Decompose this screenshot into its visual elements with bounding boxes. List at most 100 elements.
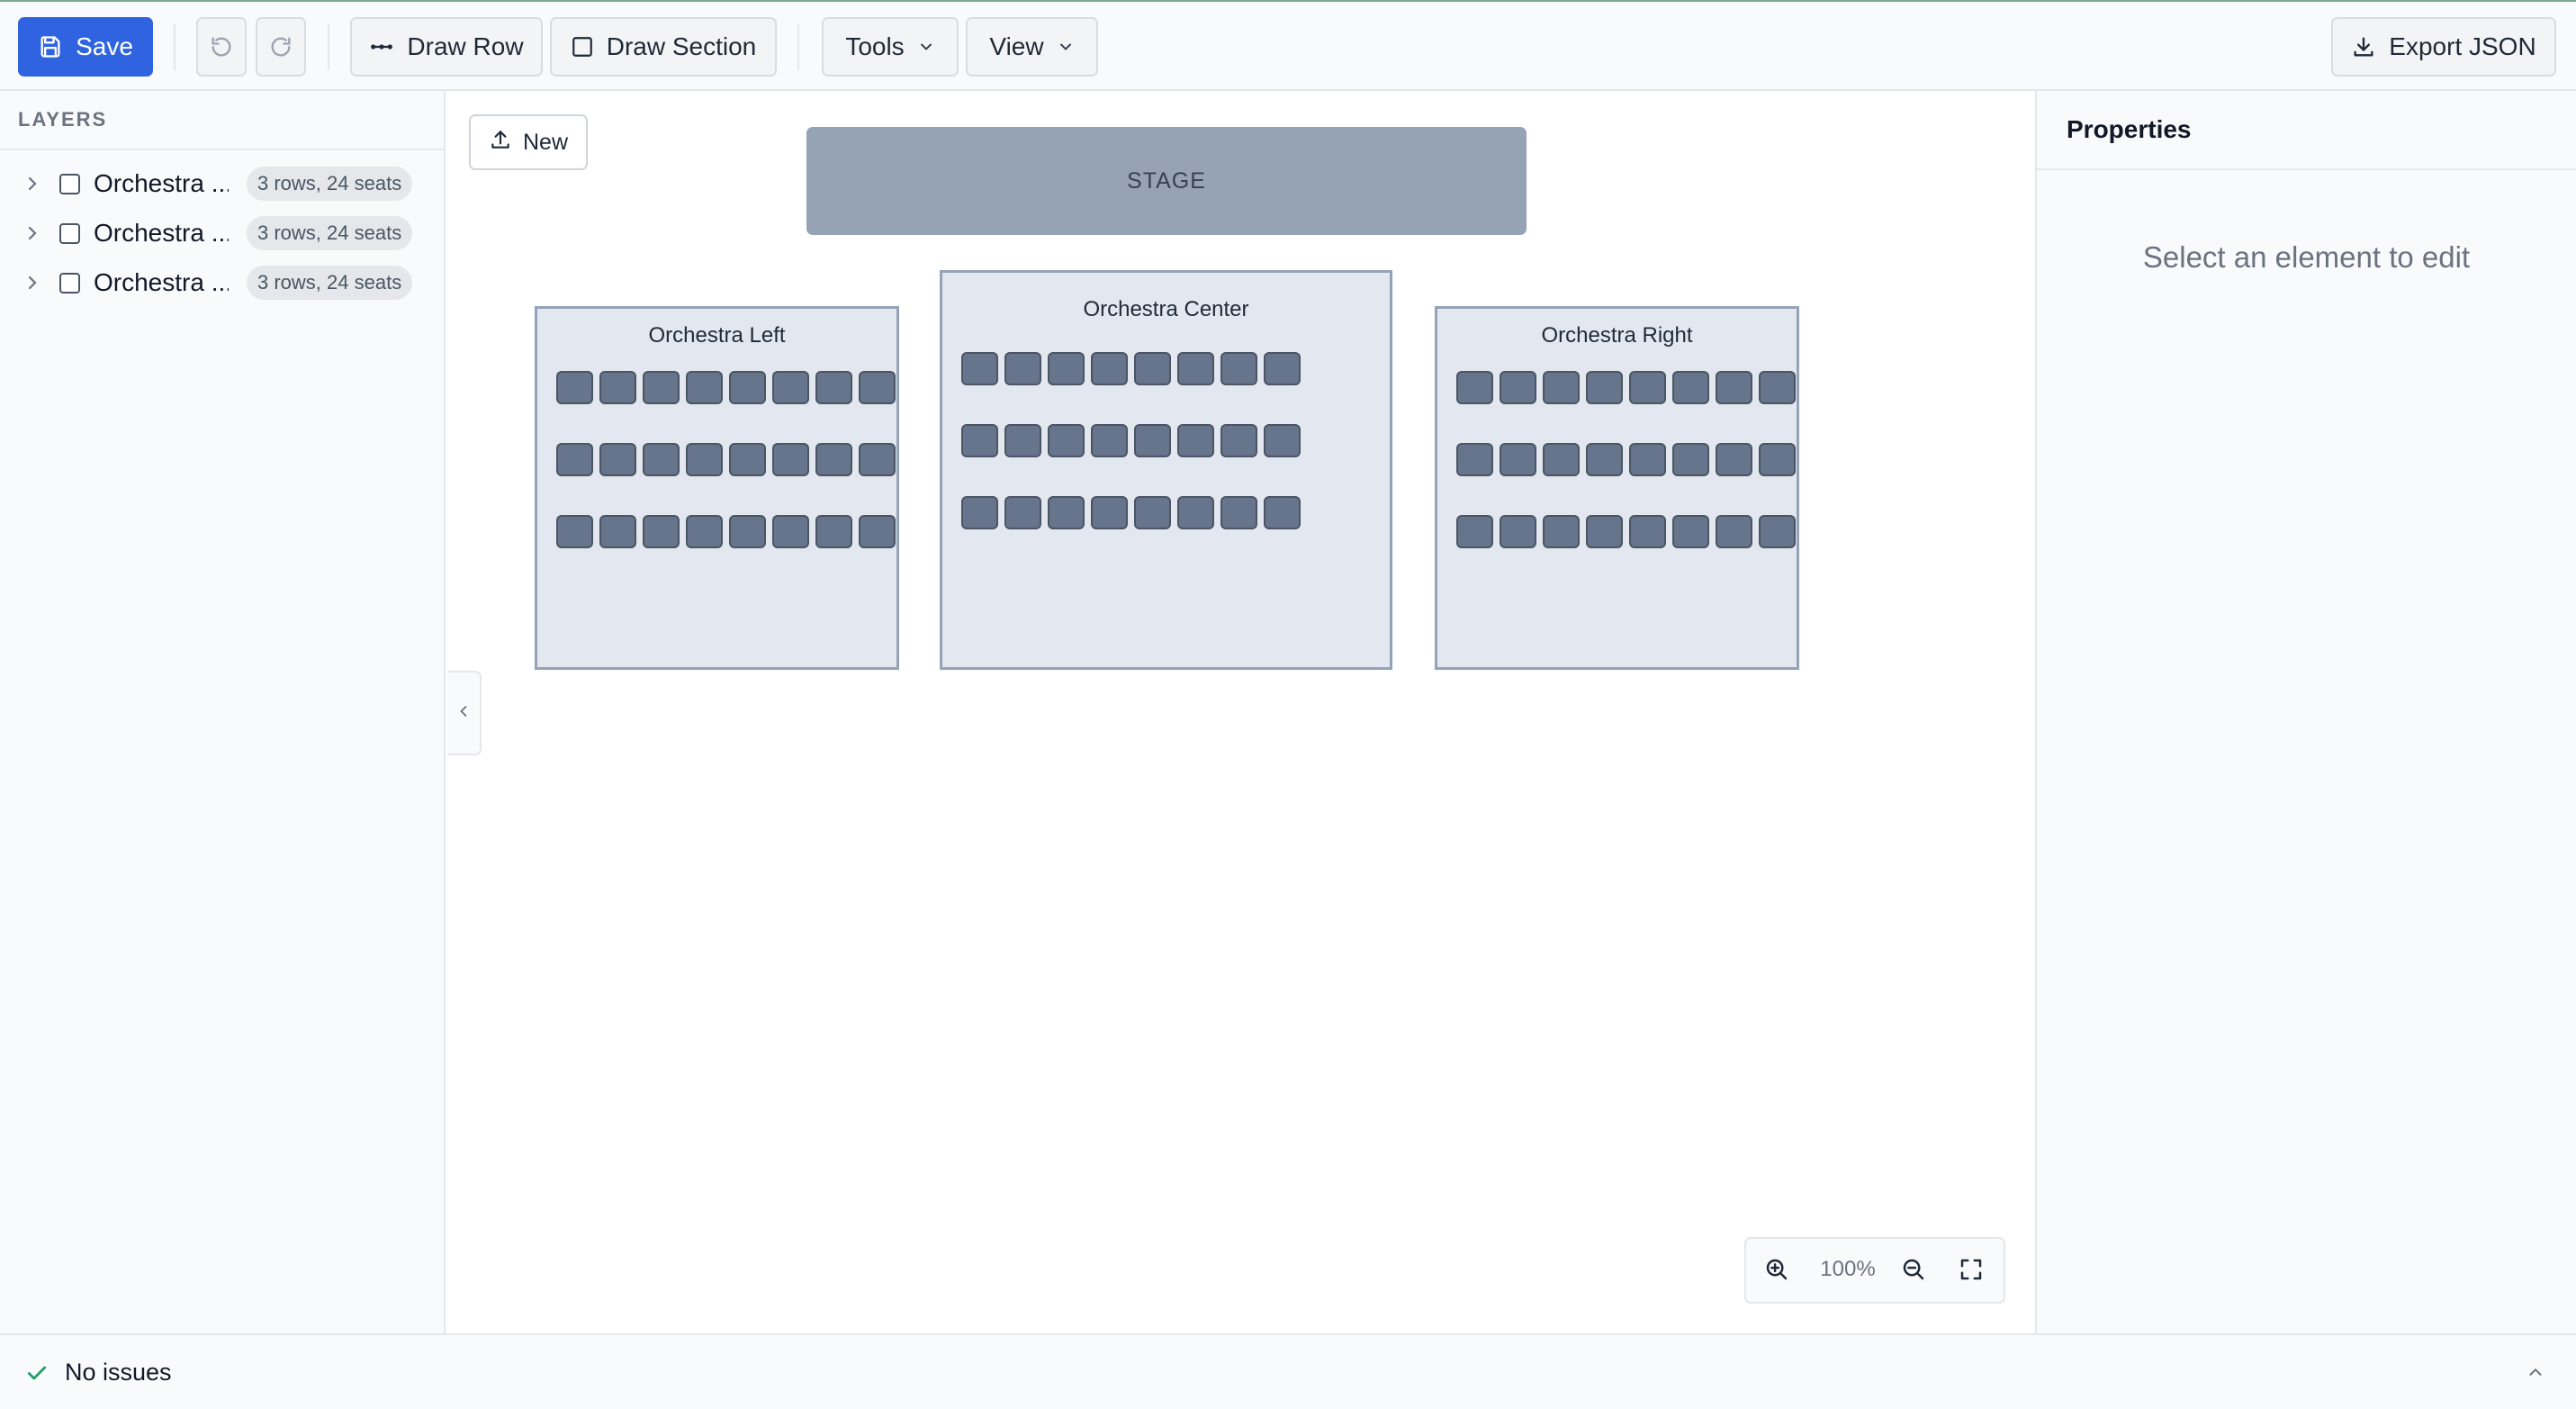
seat[interactable]: [961, 424, 998, 457]
seat[interactable]: [1091, 496, 1128, 529]
seat[interactable]: [599, 371, 636, 404]
zoom-out-button[interactable]: [1896, 1253, 1932, 1289]
seat[interactable]: [1177, 352, 1214, 385]
section-orchestra-left[interactable]: Orchestra Left: [535, 306, 899, 670]
seat[interactable]: [1264, 352, 1301, 385]
section-orchestra-right[interactable]: Orchestra Right: [1435, 306, 1799, 670]
seat[interactable]: [1048, 496, 1085, 529]
seat[interactable]: [1220, 424, 1257, 457]
seat[interactable]: [859, 371, 896, 404]
seat[interactable]: [1456, 443, 1493, 476]
seat[interactable]: [1048, 424, 1085, 457]
seat[interactable]: [772, 443, 809, 476]
seat-row[interactable]: [961, 496, 1301, 529]
seat[interactable]: [1759, 515, 1796, 548]
seat[interactable]: [1177, 496, 1214, 529]
undo-button[interactable]: [196, 17, 247, 77]
layer-checkbox[interactable]: [59, 273, 80, 294]
seat[interactable]: [815, 371, 852, 404]
seat[interactable]: [772, 371, 809, 404]
seat[interactable]: [1716, 371, 1752, 404]
seat[interactable]: [686, 443, 723, 476]
seat[interactable]: [643, 515, 680, 548]
seat[interactable]: [599, 515, 636, 548]
seat[interactable]: [1177, 424, 1214, 457]
seat[interactable]: [1004, 496, 1041, 529]
seat[interactable]: [643, 371, 680, 404]
seat-row[interactable]: [961, 424, 1301, 457]
chevron-right-icon[interactable]: [22, 173, 43, 199]
tools-menu-button[interactable]: Tools: [822, 17, 959, 77]
seat[interactable]: [815, 515, 852, 548]
redo-button[interactable]: [256, 17, 306, 77]
seat[interactable]: [729, 443, 766, 476]
seat[interactable]: [1091, 352, 1128, 385]
seat[interactable]: [1672, 371, 1709, 404]
seat[interactable]: [686, 515, 723, 548]
seat[interactable]: [1456, 515, 1493, 548]
chevron-right-icon[interactable]: [22, 272, 43, 298]
seat[interactable]: [1500, 443, 1536, 476]
seat[interactable]: [686, 371, 723, 404]
seat[interactable]: [859, 515, 896, 548]
stage[interactable]: STAGE: [806, 127, 1527, 235]
seat[interactable]: [1500, 371, 1536, 404]
seat[interactable]: [1759, 443, 1796, 476]
seat[interactable]: [859, 443, 896, 476]
seat[interactable]: [1456, 371, 1493, 404]
seat-row[interactable]: [556, 371, 896, 404]
seat[interactable]: [1543, 371, 1580, 404]
seat-row[interactable]: [556, 515, 896, 548]
seat[interactable]: [1629, 443, 1666, 476]
draw-section-button[interactable]: Draw Section: [550, 17, 777, 77]
seat[interactable]: [1048, 352, 1085, 385]
seat-row[interactable]: [1456, 515, 1796, 548]
seat[interactable]: [1543, 515, 1580, 548]
seat[interactable]: [1134, 424, 1171, 457]
seat[interactable]: [556, 443, 593, 476]
seat[interactable]: [1716, 515, 1752, 548]
export-json-button[interactable]: Export JSON: [2331, 17, 2556, 77]
seat[interactable]: [815, 443, 852, 476]
seat[interactable]: [1543, 443, 1580, 476]
seat[interactable]: [1264, 496, 1301, 529]
seat[interactable]: [1220, 352, 1257, 385]
seat[interactable]: [1500, 515, 1536, 548]
new-button[interactable]: New: [469, 114, 588, 170]
seat[interactable]: [729, 515, 766, 548]
layer-item[interactable]: Orchestra ... 3 rows, 24 seats: [0, 260, 446, 305]
seat-row[interactable]: [1456, 371, 1796, 404]
seat[interactable]: [1672, 443, 1709, 476]
chevron-up-icon[interactable]: [2526, 1362, 2545, 1386]
save-button[interactable]: Save: [18, 17, 153, 77]
seat[interactable]: [599, 443, 636, 476]
seat[interactable]: [1759, 371, 1796, 404]
draw-row-button[interactable]: Draw Row: [350, 17, 543, 77]
seat-row[interactable]: [556, 443, 896, 476]
seat[interactable]: [643, 443, 680, 476]
seat[interactable]: [961, 352, 998, 385]
seat[interactable]: [1629, 371, 1666, 404]
layer-item[interactable]: Orchestra ... 3 rows, 24 seats: [0, 211, 446, 256]
seat[interactable]: [1672, 515, 1709, 548]
seat[interactable]: [1716, 443, 1752, 476]
chevron-right-icon[interactable]: [22, 222, 43, 248]
seat[interactable]: [1586, 515, 1623, 548]
layer-checkbox[interactable]: [59, 174, 80, 194]
seat[interactable]: [961, 496, 998, 529]
seat[interactable]: [1004, 352, 1041, 385]
layer-item[interactable]: Orchestra ... 3 rows, 24 seats: [0, 161, 446, 206]
seat[interactable]: [556, 515, 593, 548]
zoom-in-button[interactable]: [1759, 1253, 1795, 1289]
seat-row[interactable]: [1456, 443, 1796, 476]
seat[interactable]: [772, 515, 809, 548]
seat[interactable]: [1586, 443, 1623, 476]
seat[interactable]: [729, 371, 766, 404]
fit-to-screen-button[interactable]: [1953, 1253, 1989, 1289]
collapse-panel-toggle[interactable]: [447, 671, 482, 755]
section-orchestra-center[interactable]: Orchestra Center: [940, 270, 1392, 670]
seat[interactable]: [1264, 424, 1301, 457]
seat-map-canvas[interactable]: New STAGE Orchestra Left Orchestra Cente…: [447, 91, 2035, 1333]
seat[interactable]: [556, 371, 593, 404]
seat[interactable]: [1629, 515, 1666, 548]
